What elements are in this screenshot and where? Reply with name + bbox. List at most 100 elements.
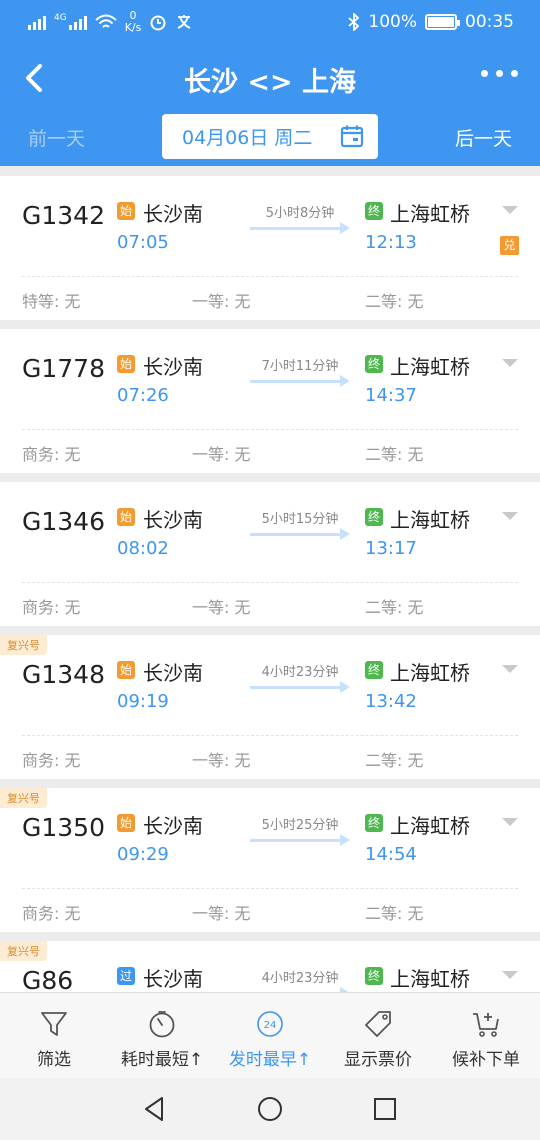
train-number: G1348 — [22, 660, 105, 689]
expand-caret-icon[interactable] — [502, 665, 518, 673]
trip-duration: 4小时23分钟 — [261, 971, 339, 986]
origin-tag: 始 — [117, 661, 135, 679]
price-tag-icon — [365, 1011, 391, 1037]
date-label: 04月06日 周二 — [182, 127, 313, 149]
arrival-time: 13:42 — [365, 691, 417, 712]
seat-class-2: 一等: 无 — [192, 598, 251, 617]
seat-class-2: 一等: 无 — [192, 292, 251, 311]
arrival-station: 上海虹桥 — [390, 355, 470, 379]
train-number: G1350 — [22, 813, 105, 842]
terminal-tag: 终 — [365, 967, 383, 985]
nav-back-icon[interactable] — [140, 1094, 170, 1124]
arrival-time: 14:37 — [365, 385, 417, 406]
departure-time: 07:05 — [117, 232, 169, 253]
waitlist-order-button[interactable]: 候补下单 — [432, 993, 540, 1078]
page-title: 长沙 <> 上海 — [183, 67, 357, 98]
trip-duration: 5小时25分钟 — [261, 818, 339, 833]
origin-tag: 始 — [117, 508, 135, 526]
net-speed: 0 K/s — [124, 9, 142, 34]
arrival-station: 上海虹桥 — [390, 202, 470, 226]
seat-class-3: 二等: 无 — [365, 904, 424, 923]
nav-recents-icon[interactable] — [370, 1094, 400, 1124]
seat-class-3: 二等: 无 — [365, 751, 424, 770]
route-arrow-icon — [250, 222, 350, 234]
train-card[interactable]: 复兴号 G1350 始长沙南 09:29 5小时25分钟 终上海虹桥 14:54 商务: 无 一… — [0, 788, 540, 932]
translate-icon — [177, 15, 191, 29]
battery-fill — [428, 17, 454, 27]
stopwatch-icon — [149, 1011, 175, 1038]
sort-duration-button[interactable]: 耗时最短↑ — [108, 993, 216, 1078]
departure-station: 长沙南 — [143, 967, 203, 991]
card-divider — [22, 735, 518, 736]
trip-duration: 5小时8分钟 — [265, 206, 335, 221]
route-arrow-icon — [250, 681, 350, 693]
alarm-clock-icon — [150, 15, 166, 31]
arrival-time: 13:17 — [365, 538, 417, 559]
network-type-label: 4G — [54, 13, 67, 23]
bluetooth-icon — [348, 13, 360, 31]
train-card[interactable]: 复兴号 G1348 始长沙南 09:19 4小时23分钟 终上海虹桥 13:42 商务: 无 一… — [0, 635, 540, 779]
points-exchange-badge: 兑 — [500, 236, 519, 255]
date-picker-button[interactable]: 04月06日 周二 — [162, 114, 378, 159]
fuxing-badge: 复兴号 — [0, 635, 47, 655]
clock-24-text: 24 — [264, 1020, 277, 1031]
sort-departure-button[interactable]: 24 发时最早↑ — [216, 993, 324, 1078]
departure-time: 08:02 — [117, 538, 169, 559]
cell-signal-icon — [68, 14, 87, 30]
arrival-station: 上海虹桥 — [390, 508, 470, 532]
departure-station: 长沙南 — [143, 202, 203, 226]
card-divider — [22, 276, 518, 277]
waitlist-order-label: 候补下单 — [452, 1050, 520, 1070]
train-card[interactable]: G1346 始长沙南 08:02 5小时15分钟 终上海虹桥 13:17 商务: 无 一等: … — [0, 482, 540, 626]
fuxing-badge: 复兴号 — [0, 941, 47, 961]
expand-caret-icon[interactable] — [502, 818, 518, 826]
status-bar: 4G 0 K/s 100% 00:35 — [0, 0, 540, 44]
show-price-button[interactable]: 显示票价 — [324, 993, 432, 1078]
bottom-toolbar: 筛选 耗时最短↑ 24 发时最早↑ 显示票价 候补下单 — [0, 992, 540, 1078]
calendar-icon — [340, 125, 364, 148]
route-arrow-icon — [250, 528, 350, 540]
filter-icon — [41, 1012, 67, 1036]
cart-plus-icon — [473, 1013, 499, 1037]
train-card[interactable]: G1342 始长沙南 07:05 5小时8分钟 终上海虹桥 12:13 兑特等: 无 一等: … — [0, 176, 540, 320]
origin-tag: 始 — [117, 814, 135, 832]
arrival-time: 14:54 — [365, 844, 417, 865]
more-options-icon[interactable] — [481, 70, 518, 77]
departure-station: 长沙南 — [143, 355, 203, 379]
expand-caret-icon[interactable] — [502, 971, 518, 979]
prev-day-button[interactable]: 前一天 — [28, 124, 85, 151]
arrival-time: 12:13 — [365, 232, 417, 253]
fuxing-badge: 复兴号 — [0, 788, 47, 808]
arrival-station: 上海虹桥 — [390, 814, 470, 838]
trip-duration: 4小时23分钟 — [261, 665, 339, 680]
next-day-button[interactable]: 后一天 — [455, 124, 512, 151]
route-arrow-icon — [250, 375, 350, 387]
seat-class-3: 二等: 无 — [365, 598, 424, 617]
departure-time: 07:26 — [117, 385, 169, 406]
no-sim-signal-icon — [28, 14, 46, 30]
filter-button[interactable]: 筛选 — [0, 993, 108, 1078]
origin-tag: 始 — [117, 202, 135, 220]
system-nav-bar — [0, 1078, 540, 1140]
expand-caret-icon[interactable] — [502, 206, 518, 214]
battery-icon — [425, 14, 460, 30]
trip-duration: 5小时15分钟 — [261, 512, 339, 527]
seat-class-1: 商务: 无 — [22, 598, 81, 617]
train-number: G1346 — [22, 507, 105, 536]
arrival-station: 上海虹桥 — [390, 967, 470, 991]
nav-home-icon[interactable] — [255, 1094, 285, 1124]
clock-24-icon: 24 — [257, 1011, 283, 1037]
wifi-icon — [95, 14, 117, 28]
clock-time: 00:35 — [465, 12, 514, 32]
terminal-tag: 终 — [365, 355, 383, 373]
terminal-tag: 终 — [365, 508, 383, 526]
expand-caret-icon[interactable] — [502, 512, 518, 520]
seat-class-1: 特等: 无 — [22, 292, 81, 311]
origin-tag: 始 — [117, 355, 135, 373]
seat-class-2: 一等: 无 — [192, 445, 251, 464]
departure-time: 09:29 — [117, 844, 169, 865]
trip-duration: 7小时11分钟 — [261, 359, 339, 374]
expand-caret-icon[interactable] — [502, 359, 518, 367]
seat-class-3: 二等: 无 — [365, 292, 424, 311]
train-card[interactable]: G1778 始长沙南 07:26 7小时11分钟 终上海虹桥 14:37 商务: 无 一等: … — [0, 329, 540, 473]
